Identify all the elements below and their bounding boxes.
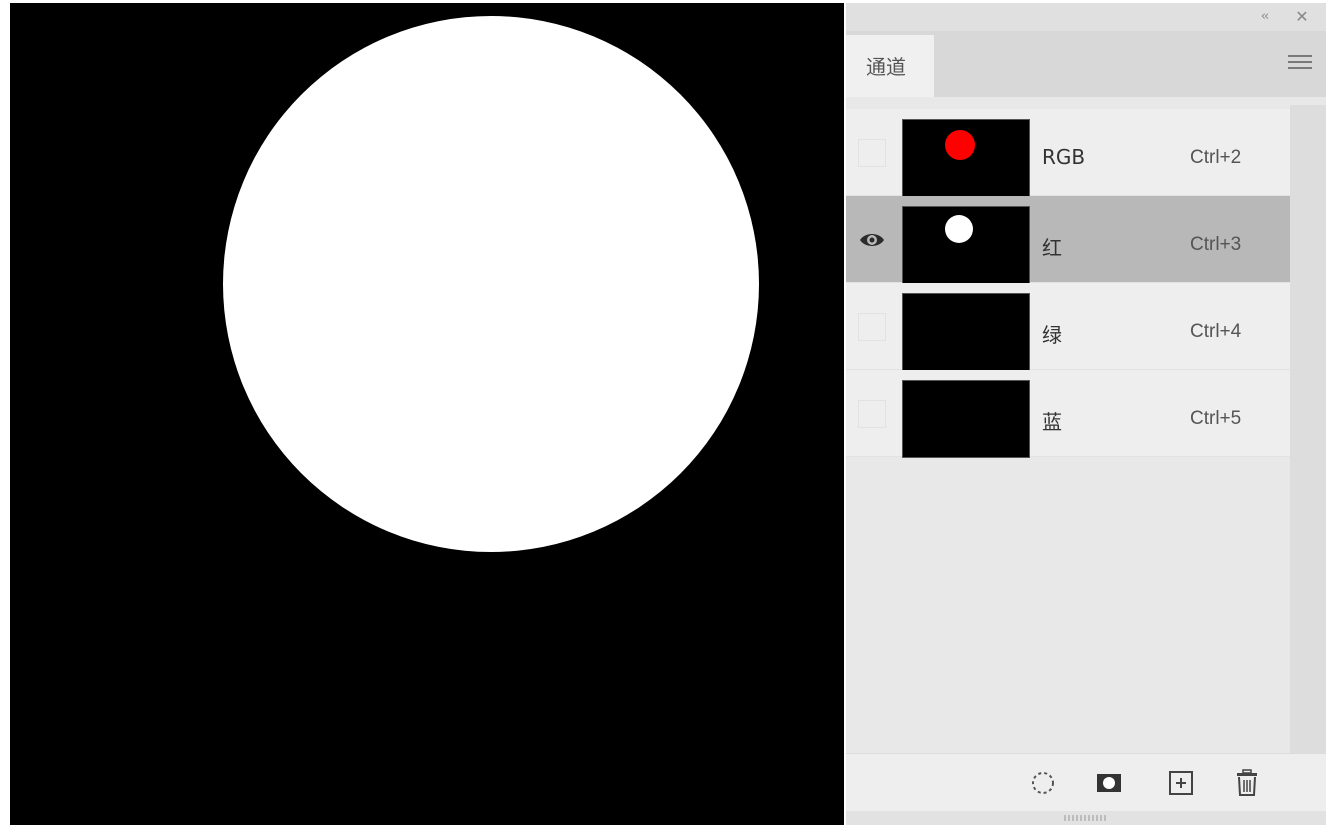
channel-row-rgb[interactable]: RGB Ctrl+2 bbox=[846, 109, 1290, 197]
panel-title-bar: ‹‹ ✕ bbox=[846, 3, 1326, 31]
channel-shortcut: Ctrl+2 bbox=[1190, 147, 1242, 168]
panel-menu-icon[interactable] bbox=[1288, 55, 1312, 73]
channel-row-red[interactable]: 红 Ctrl+3 bbox=[846, 196, 1290, 284]
load-selection-icon[interactable] bbox=[1028, 768, 1058, 798]
app-root: ‹‹ ✕ 通道 RGB Ctrl+2 红 Ctrl+3 绿 Ctrl+4 蓝 C… bbox=[0, 0, 1332, 828]
resize-grip-icon bbox=[1064, 815, 1108, 821]
channels-panel: ‹‹ ✕ 通道 RGB Ctrl+2 红 Ctrl+3 绿 Ctrl+4 蓝 C… bbox=[846, 3, 1326, 825]
new-channel-icon[interactable] bbox=[1166, 768, 1196, 798]
channel-shortcut: Ctrl+5 bbox=[1190, 408, 1242, 429]
channel-name: RGB bbox=[1042, 145, 1086, 169]
eye-icon[interactable] bbox=[858, 226, 886, 254]
collapse-panel-icon[interactable]: ‹‹ bbox=[1254, 7, 1274, 27]
panel-tab-bar: 通道 bbox=[846, 31, 1326, 97]
channel-thumbnail bbox=[902, 119, 1030, 197]
channel-shortcut: Ctrl+4 bbox=[1190, 321, 1242, 342]
channel-thumbnail bbox=[902, 206, 1030, 284]
channel-name: 红 bbox=[1042, 236, 1062, 260]
canvas-white-circle bbox=[223, 16, 759, 552]
document-canvas[interactable] bbox=[10, 3, 844, 825]
visibility-toggle[interactable] bbox=[858, 400, 886, 428]
channel-thumbnail bbox=[902, 380, 1030, 458]
channel-name: 绿 bbox=[1042, 323, 1062, 347]
visibility-toggle[interactable] bbox=[858, 139, 886, 167]
channel-list: RGB Ctrl+2 红 Ctrl+3 绿 Ctrl+4 蓝 Ctrl+5 bbox=[846, 97, 1326, 753]
close-panel-icon[interactable]: ✕ bbox=[1292, 7, 1312, 27]
channel-list-scrollbar[interactable] bbox=[1290, 105, 1326, 753]
visibility-toggle[interactable] bbox=[858, 313, 886, 341]
save-selection-icon[interactable] bbox=[1094, 768, 1124, 798]
channel-row-green[interactable]: 绿 Ctrl+4 bbox=[846, 283, 1290, 371]
panel-resize-handle[interactable] bbox=[846, 811, 1326, 825]
channel-name: 蓝 bbox=[1042, 410, 1062, 434]
tab-channels[interactable]: 通道 bbox=[846, 35, 934, 97]
delete-channel-icon[interactable] bbox=[1232, 768, 1262, 798]
channel-row-blue[interactable]: 蓝 Ctrl+5 bbox=[846, 370, 1290, 458]
thumbnail-red-dot bbox=[945, 130, 975, 160]
panel-bottom-toolbar bbox=[846, 753, 1326, 812]
thumbnail-white-dot bbox=[945, 215, 973, 243]
tab-channels-label: 通道 bbox=[866, 55, 906, 79]
channel-shortcut: Ctrl+3 bbox=[1190, 234, 1242, 255]
channel-thumbnail bbox=[902, 293, 1030, 371]
